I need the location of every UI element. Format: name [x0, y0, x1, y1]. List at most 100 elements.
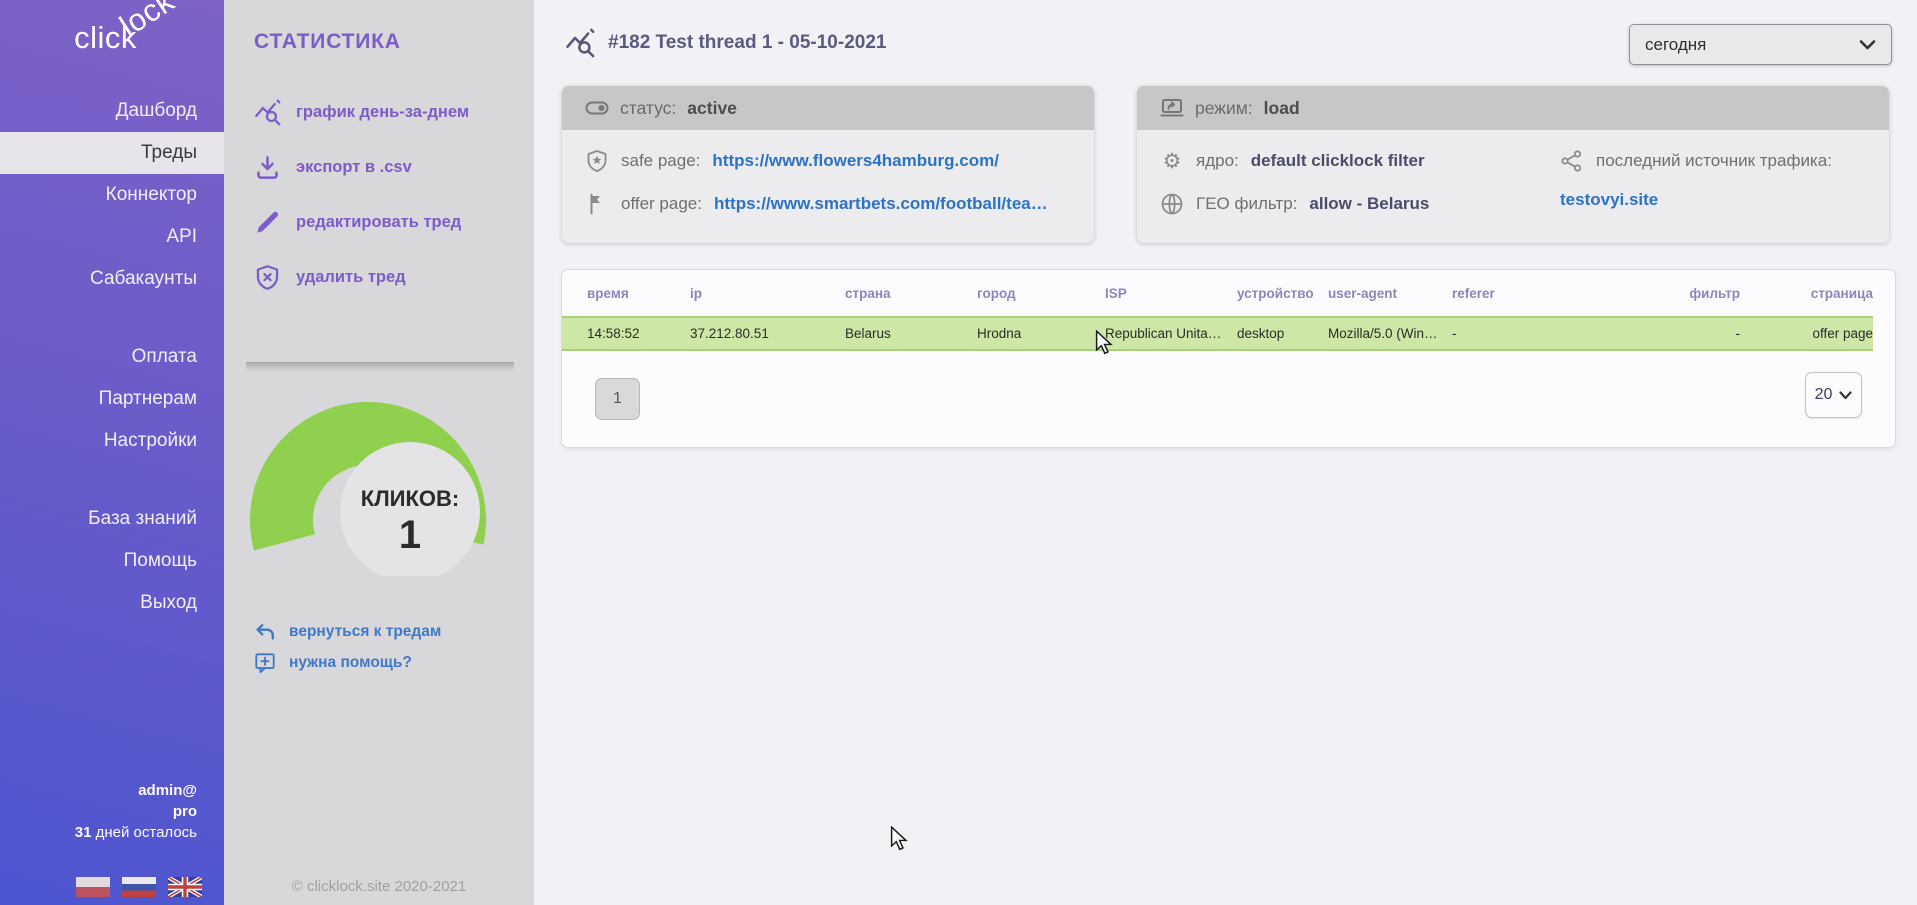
menu-item-label: экспорт в .csv	[296, 158, 412, 177]
status-card-header: статус: active	[562, 86, 1094, 130]
col-isp[interactable]: ISP	[1105, 270, 1237, 317]
download-icon	[254, 154, 281, 181]
nav-divider	[0, 300, 224, 336]
mode-card-right-column: последний источник трафика: testovyi.sit…	[1560, 147, 1832, 233]
need-help-link[interactable]: нужна помощь?	[254, 647, 441, 678]
days-text: дней осталось	[96, 824, 197, 841]
menu-item-export-csv[interactable]: экспорт в .csv	[254, 140, 469, 195]
offer-page-row: offer page: https://www.smartbets.com/fo…	[585, 190, 1071, 218]
menu-item-day-chart[interactable]: график день-за-днем	[254, 85, 469, 140]
poland-flag-icon[interactable]	[76, 877, 110, 897]
back-to-threads-link[interactable]: вернуться к тредам	[254, 616, 441, 647]
sidebar-item-api[interactable]: API	[0, 216, 224, 258]
account-info: admin@ pro 31 дней осталось	[75, 780, 197, 843]
sidebar-item-knowledge-base[interactable]: База знаний	[0, 498, 224, 540]
copyright-footer: © clicklock.site 2020-2021	[224, 878, 534, 895]
link-label: вернуться к тредам	[289, 623, 441, 641]
geo-filter-value: allow - Belarus	[1309, 194, 1429, 214]
mode-card-body: ⚙ ядро: default clicklock filter ГЕО фил…	[1137, 130, 1889, 233]
geo-filter-label: ГЕО фильтр:	[1196, 194, 1297, 214]
status-value: active	[687, 98, 737, 119]
pencil-icon	[254, 209, 281, 236]
chevron-down-icon	[1859, 39, 1876, 51]
cell-page: offer page	[1740, 317, 1873, 350]
toggle-icon	[585, 96, 609, 120]
sidebar-item-connector[interactable]: Коннектор	[0, 174, 224, 216]
sidebar-item-help[interactable]: Помощь	[0, 540, 224, 582]
mode-card: режим: load ⚙ ядро: default clicklock fi…	[1137, 86, 1889, 243]
flag-icon	[585, 192, 609, 216]
col-page[interactable]: страница	[1740, 270, 1873, 317]
monitor-arrow-icon	[1160, 96, 1184, 120]
cell-referer: -	[1452, 317, 1652, 350]
col-referer[interactable]: referer	[1452, 270, 1652, 317]
russia-flag-icon[interactable]	[122, 877, 156, 897]
statistics-panel: СТАТИСТИКА график день-за-днем экспорт в…	[224, 0, 534, 905]
statistics-title: СТАТИСТИКА	[254, 30, 401, 54]
clicks-table: время ip страна город ISP устройство use…	[562, 270, 1873, 351]
comment-plus-icon	[254, 652, 276, 674]
statistics-menu: график день-за-днем экспорт в .csv редак…	[254, 85, 469, 305]
gauge-label: КЛИКОВ:	[361, 486, 459, 511]
account-email: admin@	[75, 780, 197, 801]
col-city[interactable]: город	[977, 270, 1105, 317]
sidebar-item-settings[interactable]: Настройки	[0, 420, 224, 462]
clicks-gauge: КЛИКОВ: 1	[238, 372, 524, 576]
cell-ip: 37.212.80.51	[690, 317, 845, 350]
menu-item-label: редактировать тред	[296, 213, 461, 232]
sidebar-nav: Дашборд Треды Коннектор API Сабакаунты О…	[0, 90, 224, 624]
sidebar-item-dashboard[interactable]: Дашборд	[0, 90, 224, 132]
undo-icon	[254, 621, 276, 643]
sidebar-item-logout[interactable]: Выход	[0, 582, 224, 624]
language-switcher	[76, 877, 202, 897]
col-time[interactable]: время	[562, 270, 690, 317]
app-logo[interactable]: clicklock	[74, 20, 194, 56]
col-device[interactable]: устройство	[1237, 270, 1328, 317]
safe-page-link[interactable]: https://www.flowers4hamburg.com/	[712, 151, 999, 171]
col-country[interactable]: страна	[845, 270, 977, 317]
menu-item-delete-thread[interactable]: удалить тред	[254, 250, 469, 305]
menu-item-label: график день-за-днем	[296, 103, 469, 122]
table-row[interactable]: 14:58:52 37.212.80.51 Belarus Hrodna Rep…	[562, 317, 1873, 350]
account-plan: pro	[75, 801, 197, 822]
mode-card-header: режим: load	[1137, 86, 1889, 130]
cell-filter: -	[1652, 317, 1740, 350]
col-filter[interactable]: фильтр	[1652, 270, 1740, 317]
safe-page-row: safe page: https://www.flowers4hamburg.c…	[585, 147, 1071, 175]
status-label: статус:	[620, 98, 676, 119]
core-label: ядро:	[1196, 151, 1239, 171]
chart-search-icon	[565, 28, 595, 58]
link-label: нужна помощь?	[289, 654, 412, 672]
page-size-value: 20	[1815, 386, 1833, 404]
offer-page-label: offer page:	[621, 194, 702, 214]
gear-icon: ⚙	[1160, 149, 1184, 173]
gauge-chart: КЛИКОВ: 1	[238, 372, 524, 576]
core-value: default clicklock filter	[1251, 151, 1425, 171]
period-select-value: сегодня	[1645, 35, 1706, 55]
sidebar-item-partners[interactable]: Партнерам	[0, 378, 224, 420]
sidebar-item-threads[interactable]: Треды	[0, 132, 224, 174]
pagination-page-button[interactable]: 1	[595, 378, 640, 420]
clicks-table-panel: время ip страна город ISP устройство use…	[562, 270, 1895, 447]
uk-flag-icon[interactable]	[168, 877, 202, 897]
cell-city: Hrodna	[977, 317, 1105, 350]
gauge-value: 1	[399, 513, 421, 557]
traffic-source-row: последний источник трафика:	[1560, 147, 1832, 175]
period-select[interactable]: сегодня	[1629, 24, 1892, 65]
traffic-source-link[interactable]: testovyi.site	[1560, 190, 1832, 210]
thread-header: #182 Test thread 1 - 05-10-2021	[565, 28, 886, 58]
col-ip[interactable]: ip	[690, 270, 845, 317]
nav-divider	[0, 462, 224, 498]
menu-item-edit-thread[interactable]: редактировать тред	[254, 195, 469, 250]
sidebar-item-subaccounts[interactable]: Сабакаунты	[0, 258, 224, 300]
status-card: статус: active safe page: https://www.fl…	[562, 86, 1094, 243]
offer-page-link[interactable]: https://www.smartbets.com/football/tea…	[714, 194, 1048, 214]
col-user-agent[interactable]: user-agent	[1328, 270, 1452, 317]
page-title: #182 Test thread 1 - 05-10-2021	[608, 32, 886, 54]
page-size-select[interactable]: 20	[1805, 372, 1862, 418]
geo-filter-row: ГЕО фильтр: allow - Belarus	[1160, 190, 1560, 218]
days-number: 31	[75, 824, 92, 841]
status-card-body: safe page: https://www.flowers4hamburg.c…	[562, 130, 1094, 218]
sidebar-item-payment[interactable]: Оплата	[0, 336, 224, 378]
mode-label: режим:	[1195, 98, 1253, 119]
